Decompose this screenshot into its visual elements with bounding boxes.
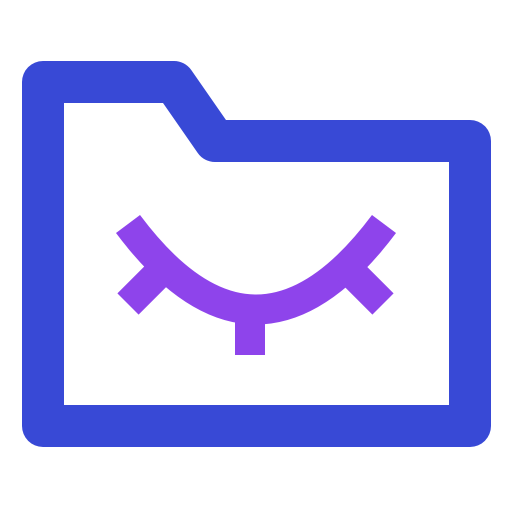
eyelash-right: [337, 258, 394, 315]
eyelid-arc: [115, 215, 397, 325]
closed-eye-icon: [115, 215, 397, 355]
icon-canvas: [0, 0, 512, 512]
hidden-folder-icon: [22, 61, 491, 447]
eyelash-left: [117, 258, 174, 315]
folder-icon: [22, 61, 491, 447]
